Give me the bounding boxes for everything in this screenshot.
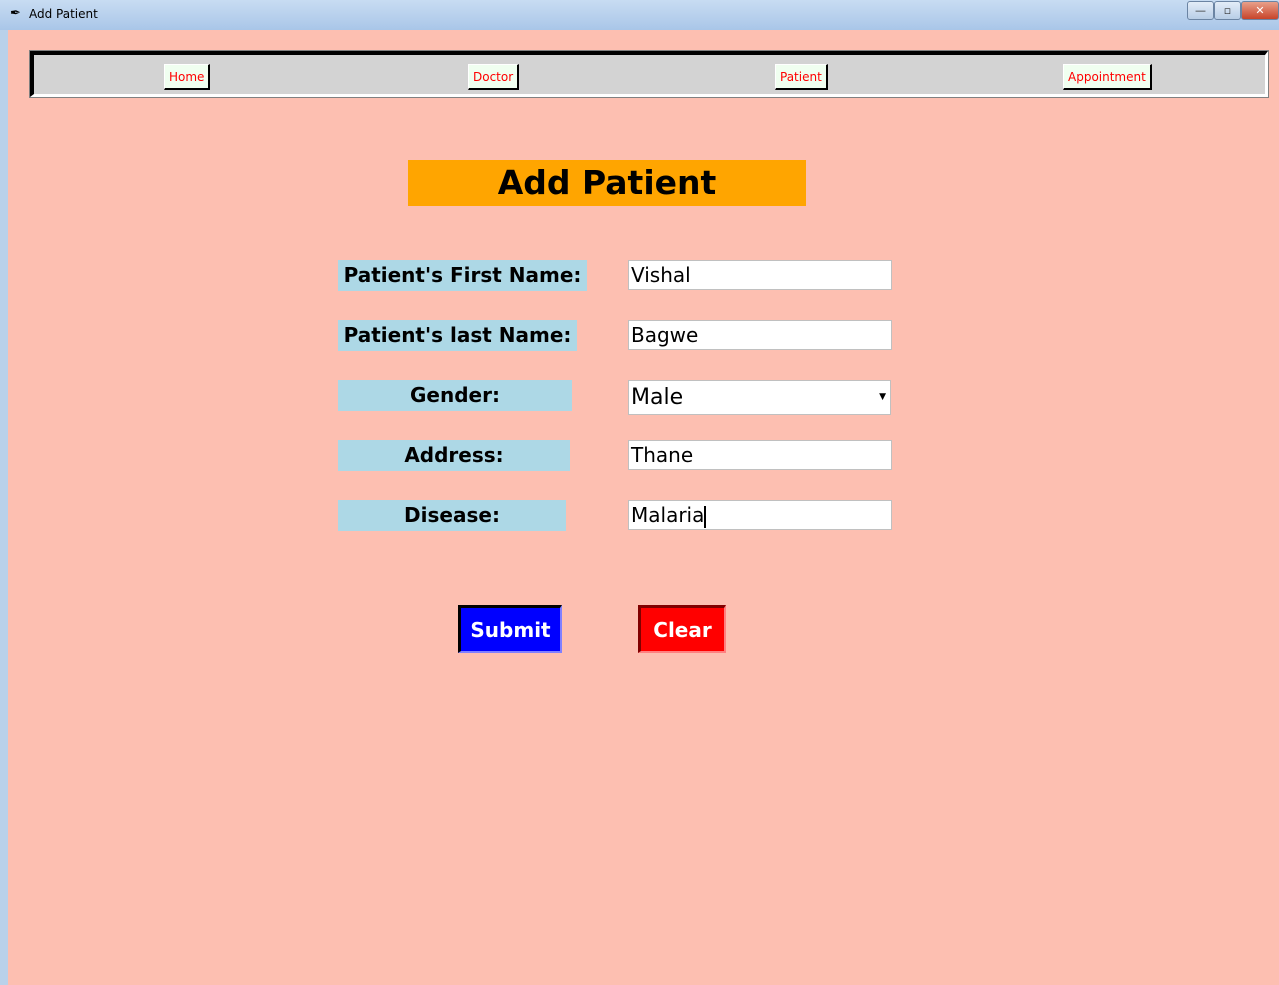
minimize-button[interactable]: —: [1187, 1, 1214, 20]
nav-doctor-button[interactable]: Doctor: [468, 64, 520, 90]
disease-input[interactable]: Malaria: [628, 500, 892, 530]
nav-bar: Home Doctor Patient Appointment: [29, 50, 1269, 98]
main-window: Home Doctor Patient Appointment Add Pati…: [8, 30, 1279, 985]
text-cursor: [704, 505, 707, 528]
gender-select[interactable]: Male ▼: [628, 380, 891, 415]
nav-appointment-button[interactable]: Appointment: [1063, 64, 1152, 90]
gender-label: Gender:: [338, 380, 572, 411]
nav-patient-button[interactable]: Patient: [775, 64, 828, 90]
address-label: Address:: [338, 440, 570, 471]
first-name-label: Patient's First Name:: [338, 260, 587, 291]
maximize-button[interactable]: ▫: [1214, 1, 1241, 20]
nav-home-button[interactable]: Home: [164, 64, 211, 90]
clear-button[interactable]: Clear: [638, 605, 726, 653]
feather-icon: ✒: [10, 6, 21, 21]
disease-value: Malaria: [631, 503, 705, 527]
address-input[interactable]: Thane: [628, 440, 892, 470]
gender-value: Male: [631, 385, 684, 410]
submit-button[interactable]: Submit: [458, 605, 562, 653]
last-name-label: Patient's last Name:: [338, 320, 577, 351]
close-button[interactable]: ✕: [1241, 1, 1279, 20]
window-title: Add Patient: [29, 7, 98, 21]
last-name-input[interactable]: Bagwe: [628, 320, 892, 350]
title-bar: ✒ Add Patient — ▫ ✕: [0, 0, 1279, 30]
disease-label: Disease:: [338, 500, 566, 531]
first-name-input[interactable]: Vishal: [628, 260, 892, 290]
page-title: Add Patient: [408, 160, 806, 206]
dropdown-arrow-icon[interactable]: ▼: [879, 381, 886, 414]
